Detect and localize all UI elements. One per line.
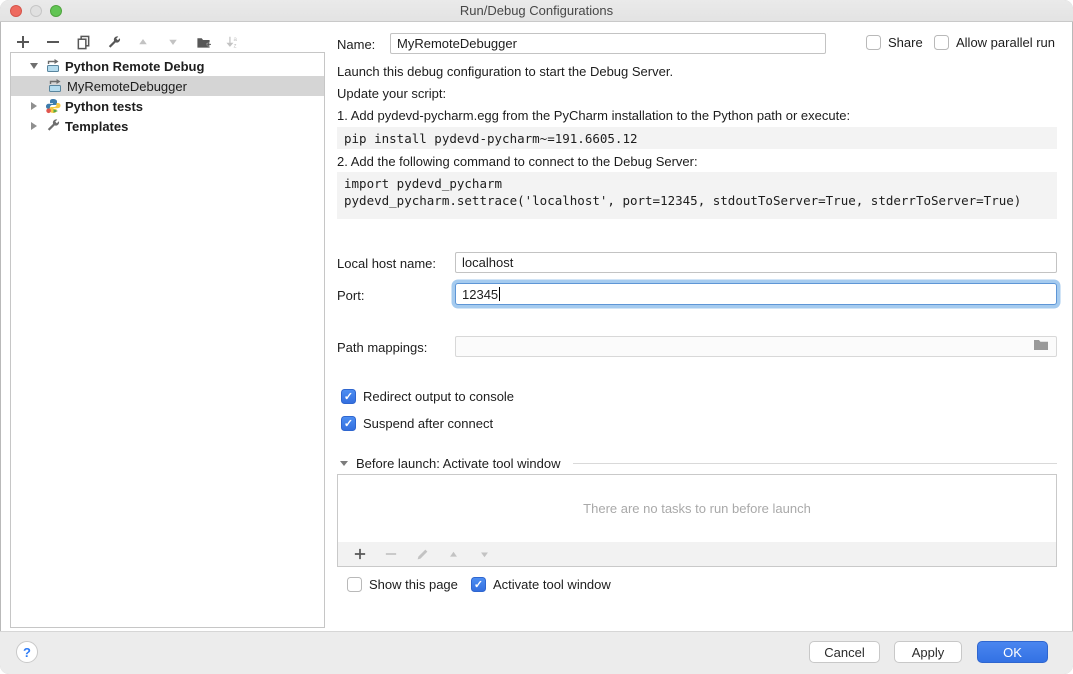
pip-install-code: pip install pydevd-pycharm~=191.6605.12 bbox=[337, 127, 1057, 149]
port-input[interactable]: 12345 bbox=[455, 283, 1057, 305]
activate-tool-window-label: Activate tool window bbox=[493, 577, 611, 592]
instruction-intro: Launch this debug configuration to start… bbox=[337, 64, 673, 79]
redirect-output-checkbox[interactable] bbox=[341, 389, 356, 404]
folder-icon[interactable] bbox=[1033, 338, 1049, 355]
remove-configuration-button[interactable] bbox=[44, 33, 62, 51]
configurations-tree: Python Remote Debug MyRemoteDebugger Pyt… bbox=[10, 52, 325, 628]
instruction-update: Update your script: bbox=[337, 86, 446, 101]
sort-az-icon: az bbox=[226, 35, 240, 49]
path-mappings-label: Path mappings: bbox=[337, 340, 427, 355]
arrow-up-icon bbox=[448, 549, 459, 560]
copy-icon bbox=[76, 35, 91, 50]
share-checkbox[interactable] bbox=[866, 35, 881, 50]
tree-item-label: Python Remote Debug bbox=[65, 59, 204, 74]
question-mark-icon: ? bbox=[23, 645, 31, 660]
share-label: Share bbox=[888, 35, 923, 50]
plus-icon bbox=[354, 548, 366, 560]
plus-icon bbox=[16, 35, 30, 49]
suspend-after-connect-label: Suspend after connect bbox=[363, 416, 493, 431]
edit-templates-button[interactable] bbox=[104, 33, 122, 51]
tasks-toolbar bbox=[337, 542, 1057, 567]
arrow-up-icon bbox=[137, 36, 149, 48]
configurations-toolbar: az bbox=[14, 32, 242, 52]
tree-item-python-tests[interactable]: Python tests bbox=[11, 96, 324, 116]
ok-button[interactable]: OK bbox=[977, 641, 1048, 663]
move-down-button[interactable] bbox=[164, 33, 182, 51]
text-caret bbox=[499, 287, 500, 301]
apply-button[interactable]: Apply bbox=[894, 641, 962, 663]
settrace-code-line2: pydevd_pycharm.settrace('localhost', por… bbox=[344, 192, 1050, 209]
dialog-footer: ? Cancel Apply OK bbox=[0, 631, 1073, 674]
remote-debug-icon bbox=[45, 58, 61, 74]
settrace-code-line1: import pydevd_pycharm bbox=[344, 175, 1050, 192]
add-task-button[interactable] bbox=[351, 545, 369, 563]
new-folder-button[interactable] bbox=[194, 33, 212, 51]
suspend-after-connect-checkbox[interactable] bbox=[341, 416, 356, 431]
section-rule bbox=[573, 463, 1057, 464]
before-launch-tasks-list[interactable]: There are no tasks to run before launch bbox=[337, 474, 1057, 543]
remote-debug-icon bbox=[47, 78, 63, 94]
redirect-output-label: Redirect output to console bbox=[363, 389, 514, 404]
move-task-down-button[interactable] bbox=[475, 545, 493, 563]
activate-tool-window-checkbox[interactable] bbox=[471, 577, 486, 592]
sort-configurations-button[interactable]: az bbox=[224, 33, 242, 51]
move-up-button[interactable] bbox=[134, 33, 152, 51]
minus-icon bbox=[46, 35, 60, 49]
remove-task-button[interactable] bbox=[382, 545, 400, 563]
tree-item-label: MyRemoteDebugger bbox=[67, 79, 187, 94]
before-launch-header[interactable]: Before launch: Activate tool window bbox=[340, 456, 1057, 471]
copy-configuration-button[interactable] bbox=[74, 33, 92, 51]
edit-task-button[interactable] bbox=[413, 545, 431, 563]
minus-icon bbox=[385, 548, 397, 560]
activate-tool-window-option: Activate tool window bbox=[471, 577, 611, 592]
tree-item-label: Python tests bbox=[65, 99, 143, 114]
allow-parallel-run-label: Allow parallel run bbox=[956, 35, 1055, 50]
move-task-up-button[interactable] bbox=[444, 545, 462, 563]
svg-text:z: z bbox=[233, 43, 236, 49]
wrench-icon bbox=[106, 35, 121, 50]
wrench-icon bbox=[45, 118, 61, 134]
show-this-page-option: Show this page bbox=[347, 577, 458, 592]
arrow-down-icon bbox=[167, 36, 179, 48]
collapse-chevron-icon bbox=[340, 461, 348, 466]
show-this-page-checkbox[interactable] bbox=[347, 577, 362, 592]
name-label: Name: bbox=[337, 37, 375, 52]
run-debug-configurations-dialog: Run/Debug Configurations az bbox=[0, 0, 1073, 674]
tree-item-myremotedebugger-selected[interactable]: MyRemoteDebugger bbox=[11, 76, 324, 96]
cancel-button[interactable]: Cancel bbox=[809, 641, 880, 663]
share-option: Share bbox=[866, 35, 923, 50]
empty-tasks-message: There are no tasks to run before launch bbox=[583, 501, 811, 516]
expand-chevron-icon[interactable] bbox=[29, 122, 39, 130]
local-host-label: Local host name: bbox=[337, 256, 436, 271]
allow-parallel-run-option: Allow parallel run bbox=[934, 35, 1055, 50]
port-label: Port: bbox=[337, 288, 364, 303]
python-tests-icon bbox=[45, 98, 61, 114]
name-input[interactable] bbox=[390, 33, 826, 54]
expand-chevron-icon[interactable] bbox=[29, 102, 39, 110]
suspend-after-connect-option: Suspend after connect bbox=[341, 416, 493, 431]
show-this-page-label: Show this page bbox=[369, 577, 458, 592]
new-folder-icon bbox=[196, 35, 211, 50]
arrow-down-icon bbox=[479, 549, 490, 560]
tree-item-templates[interactable]: Templates bbox=[11, 116, 324, 136]
window-title: Run/Debug Configurations bbox=[0, 3, 1073, 18]
instruction-step2: 2. Add the following command to connect … bbox=[337, 154, 698, 169]
path-mappings-input[interactable] bbox=[455, 336, 1057, 357]
add-configuration-button[interactable] bbox=[14, 33, 32, 51]
pencil-icon bbox=[416, 548, 429, 561]
help-button[interactable]: ? bbox=[16, 641, 38, 663]
titlebar: Run/Debug Configurations bbox=[0, 0, 1073, 22]
local-host-input[interactable] bbox=[455, 252, 1057, 273]
redirect-output-option: Redirect output to console bbox=[341, 389, 514, 404]
tree-item-python-remote-debug[interactable]: Python Remote Debug bbox=[11, 56, 324, 76]
before-launch-title: Before launch: Activate tool window bbox=[356, 456, 561, 471]
tree-item-label: Templates bbox=[65, 119, 128, 134]
port-value: 12345 bbox=[462, 287, 498, 302]
settrace-code: import pydevd_pycharm pydevd_pycharm.set… bbox=[337, 172, 1057, 219]
collapse-chevron-icon[interactable] bbox=[29, 63, 39, 69]
instruction-step1: 1. Add pydevd-pycharm.egg from the PyCha… bbox=[337, 108, 850, 123]
allow-parallel-run-checkbox[interactable] bbox=[934, 35, 949, 50]
